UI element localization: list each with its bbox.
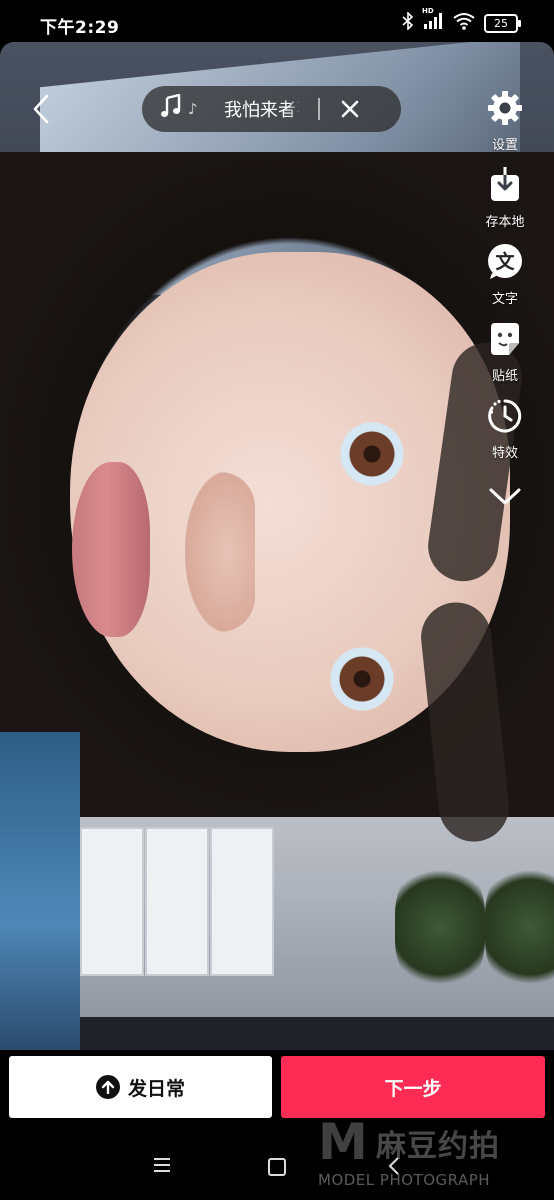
signal-icon: HD	[422, 7, 444, 34]
sticker-icon	[485, 319, 525, 359]
chevron-left-icon	[33, 94, 49, 124]
more-tools-button[interactable]	[485, 481, 525, 513]
network-label: HD	[422, 7, 434, 15]
close-icon	[341, 100, 359, 118]
plant	[395, 862, 485, 992]
tool-save-local[interactable]: 存本地	[485, 165, 525, 230]
shirt-shape	[0, 732, 80, 1050]
menu-icon	[154, 1158, 170, 1172]
side-toolbar: 设置 存本地 文 文字 贴纸 特效	[470, 88, 540, 513]
shelf-door	[145, 827, 209, 976]
watermark-mark: M	[318, 1113, 368, 1171]
lips	[72, 462, 150, 637]
music-selector[interactable]: ♪ 我怕来者不	[142, 86, 401, 132]
close-music-button[interactable]	[338, 97, 362, 121]
tool-label: 特效	[491, 446, 518, 461]
tool-label: 存本地	[485, 215, 525, 230]
status-bar: 下午2:29 HD 25	[0, 0, 554, 42]
gear-icon	[485, 88, 525, 128]
music-note-small-icon: ♪	[188, 100, 198, 118]
nav-menu-button[interactable]	[153, 1157, 171, 1177]
watermark-chinese: 麻豆约拍	[376, 1129, 500, 1164]
post-daily-label: 发日常	[127, 1077, 185, 1100]
tool-settings[interactable]: 设置	[485, 88, 525, 153]
tool-label: 文字	[491, 292, 518, 307]
plant	[485, 862, 554, 992]
watermark: M 麻豆约拍 MODEL PHOTOGRAPH	[318, 1113, 548, 1193]
music-title: 我怕来者不	[224, 100, 300, 121]
eye	[340, 422, 404, 486]
eye	[330, 647, 394, 711]
text-icon: 文	[485, 242, 525, 282]
bluetooth-icon	[402, 11, 414, 34]
chevron-down-icon	[489, 488, 521, 505]
svg-text:文: 文	[495, 250, 515, 273]
status-time: 下午2:29	[40, 18, 120, 38]
tool-label: 设置	[491, 138, 518, 153]
nose	[185, 472, 255, 632]
watermark-english: MODEL PHOTOGRAPH	[318, 1171, 491, 1189]
tool-text[interactable]: 文 文字	[485, 242, 525, 307]
next-step-label: 下一步	[384, 1077, 442, 1100]
nav-home-button[interactable]	[268, 1158, 286, 1176]
back-button[interactable]	[26, 92, 56, 126]
shelf-door	[210, 827, 274, 976]
next-step-button[interactable]: 下一步	[281, 1056, 545, 1118]
tool-label: 贴纸	[491, 369, 518, 384]
upload-arrow-icon	[95, 1075, 120, 1099]
music-note-icon	[160, 93, 186, 124]
effects-timer-icon	[485, 396, 525, 436]
wifi-icon	[452, 12, 476, 34]
shelf-door	[80, 827, 144, 976]
download-icon	[485, 165, 525, 205]
battery-icon: 25	[484, 13, 521, 33]
post-daily-button[interactable]: 发日常	[9, 1056, 272, 1118]
tool-sticker[interactable]: 贴纸	[485, 319, 525, 384]
tool-effects[interactable]: 特效	[485, 396, 525, 461]
divider	[318, 98, 320, 120]
status-icons: HD 25	[402, 7, 521, 34]
